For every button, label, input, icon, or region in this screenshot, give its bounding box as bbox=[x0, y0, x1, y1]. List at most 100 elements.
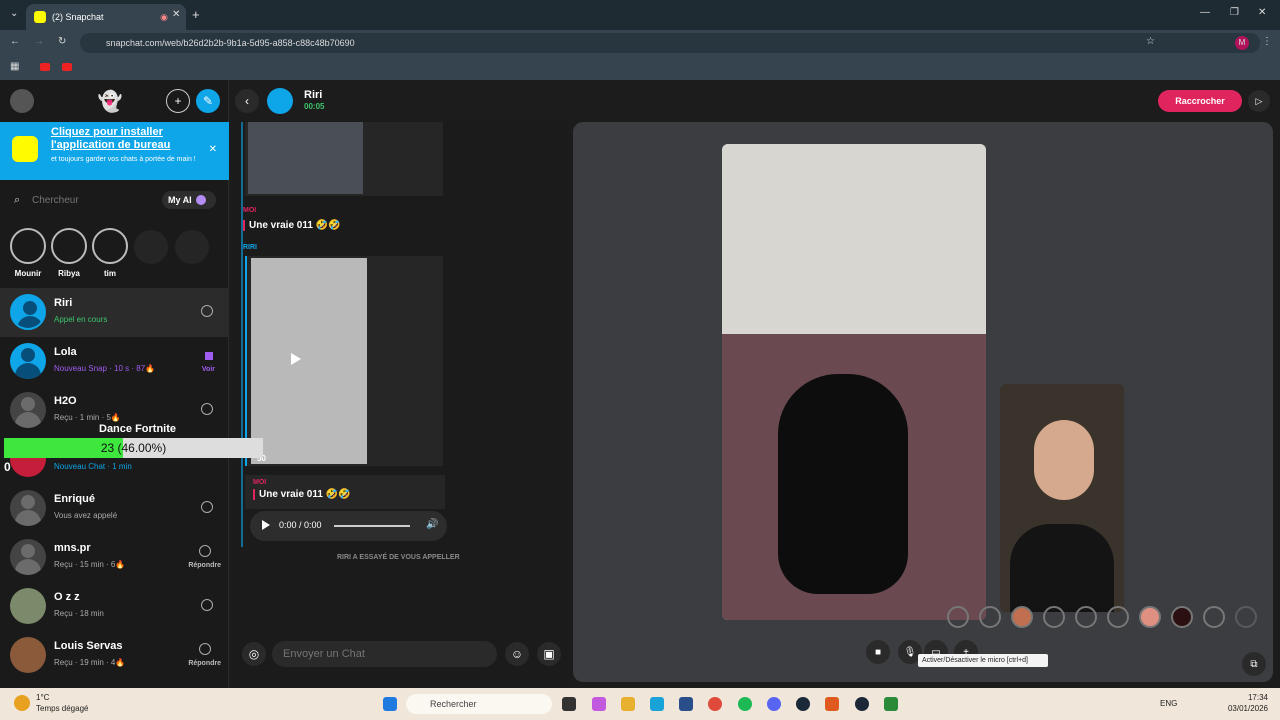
weather-icon[interactable] bbox=[14, 695, 30, 711]
gallery-icon[interactable]: ▣ bbox=[537, 642, 561, 666]
app-icon-2[interactable] bbox=[884, 697, 898, 711]
message-text[interactable]: Une vraie 011 🤣🤣 bbox=[243, 220, 341, 231]
lens-icon[interactable] bbox=[947, 606, 969, 628]
taskbar-search[interactable]: Rechercher bbox=[406, 694, 552, 714]
chat-status: Nouveau Chat · 1 min bbox=[54, 462, 132, 471]
reply-label[interactable]: Répondre bbox=[188, 660, 221, 667]
story-ribya[interactable] bbox=[51, 228, 87, 264]
reload-icon[interactable]: ↻ bbox=[58, 36, 66, 47]
address-bar-row: ← → ↻ snapchat.com/web/b26d2b2b-9b1a-5d9… bbox=[0, 30, 1280, 56]
url-field[interactable]: snapchat.com/web/b26d2b2b-9b1a-5d95-a858… bbox=[80, 33, 1260, 53]
edge-icon[interactable] bbox=[650, 697, 664, 711]
chat-row-lola[interactable]: Lola Nouveau Snap · 10 s · 87🔥 Voir bbox=[0, 337, 229, 386]
snapchat-ghost-icon[interactable]: 👻 bbox=[98, 89, 123, 113]
camera-icon[interactable] bbox=[201, 305, 213, 317]
camera-icon[interactable]: ◎ bbox=[242, 642, 266, 666]
popout-icon[interactable]: ⧉ bbox=[1242, 652, 1266, 676]
contact-name[interactable]: Riri bbox=[304, 89, 322, 101]
profile-avatar-icon[interactable]: M bbox=[1235, 36, 1249, 50]
chat-row-ozz[interactable]: O z z Reçu · 18 min bbox=[0, 582, 229, 631]
youtube-bookmark-icon-2[interactable] bbox=[62, 63, 72, 71]
snapchat-app: 👻 + ✎ Cliquez pour installer l'applicati… bbox=[0, 80, 1280, 688]
lens-icon[interactable] bbox=[1043, 606, 1065, 628]
file-explorer-icon[interactable] bbox=[621, 697, 635, 711]
video-call-area: ■ 🎙 ▭ + ⧉ bbox=[573, 122, 1273, 682]
view-label[interactable]: Voir bbox=[202, 366, 215, 373]
chat-row-enrique[interactable]: Enriqué Vous avez appelé bbox=[0, 484, 229, 533]
clock-date[interactable]: 03/01/2026 bbox=[1220, 704, 1268, 713]
emoji-icon[interactable]: ☺ bbox=[505, 642, 529, 666]
apps-grid-icon[interactable]: ▦ bbox=[10, 61, 19, 72]
lens-icon[interactable] bbox=[1203, 606, 1225, 628]
search-input[interactable] bbox=[8, 189, 158, 211]
expand-icon[interactable]: ▷ bbox=[1248, 90, 1270, 112]
youtube-bookmark-icon[interactable] bbox=[40, 63, 50, 71]
new-snap-icon[interactable] bbox=[205, 352, 213, 360]
clock-time[interactable]: 17:34 bbox=[1228, 693, 1268, 702]
camera-icon[interactable] bbox=[201, 501, 213, 513]
banner-close-icon[interactable]: ✕ bbox=[209, 144, 217, 155]
forward-icon[interactable]: → bbox=[34, 36, 44, 47]
reply-label[interactable]: Répondre bbox=[188, 562, 221, 569]
tab-list-icon[interactable]: ⌄ bbox=[10, 8, 18, 19]
audio-seek-bar[interactable] bbox=[334, 525, 410, 527]
lens-icon[interactable] bbox=[1011, 606, 1033, 628]
lens-icon[interactable] bbox=[979, 606, 1001, 628]
new-chat-icon[interactable]: ✎ bbox=[196, 89, 220, 113]
volume-icon[interactable]: 🔊 bbox=[426, 519, 438, 530]
snap-image[interactable] bbox=[248, 122, 363, 194]
steam-icon-2[interactable] bbox=[855, 697, 869, 711]
tab-close-icon[interactable]: ✕ bbox=[172, 9, 180, 20]
back-icon[interactable]: ← bbox=[10, 36, 20, 47]
chat-row-mnspr[interactable]: mns.pr Reçu · 15 min · 6🔥 Répondre bbox=[0, 533, 229, 582]
play-icon[interactable] bbox=[291, 353, 301, 365]
lens-icon[interactable] bbox=[1171, 606, 1193, 628]
chat-row-louis-servas[interactable]: Louis Servas Reçu · 19 min · 4🔥 Répondre bbox=[0, 631, 229, 680]
copilot-icon[interactable] bbox=[592, 697, 606, 711]
lens-icon[interactable] bbox=[1075, 606, 1097, 628]
language-indicator[interactable]: ENG bbox=[1160, 699, 1177, 708]
snap-image[interactable] bbox=[251, 258, 367, 464]
minimize-icon[interactable]: — bbox=[1200, 7, 1210, 18]
video-toggle-icon[interactable]: ■ bbox=[866, 640, 890, 664]
browser-tab[interactable]: (2) Snapchat ◉ bbox=[26, 4, 186, 30]
audio-play-icon[interactable] bbox=[262, 520, 270, 530]
avatar bbox=[10, 588, 46, 624]
my-ai-button[interactable]: My AI bbox=[162, 191, 216, 209]
chrome-icon[interactable] bbox=[708, 697, 722, 711]
story-mounir[interactable] bbox=[10, 228, 46, 264]
back-arrow-icon[interactable]: ‹ bbox=[235, 89, 259, 113]
camera-icon[interactable] bbox=[201, 599, 213, 611]
spotify-icon[interactable] bbox=[738, 697, 752, 711]
avatar bbox=[10, 637, 46, 673]
maximize-icon[interactable]: ❐ bbox=[1230, 7, 1239, 18]
audio-player[interactable]: 0:00 / 0:00 🔊 bbox=[250, 511, 447, 541]
task-view-icon[interactable] bbox=[562, 697, 576, 711]
install-app-banner[interactable]: Cliquez pour installer l'application de … bbox=[0, 122, 229, 180]
compose-chat-input[interactable] bbox=[272, 641, 497, 667]
lens-icon[interactable] bbox=[1139, 606, 1161, 628]
profile-avatar-icon[interactable] bbox=[10, 89, 34, 113]
steam-icon[interactable] bbox=[796, 697, 810, 711]
contact-avatar[interactable] bbox=[267, 88, 293, 114]
discord-icon[interactable] bbox=[767, 697, 781, 711]
hangup-button[interactable]: Raccrocher bbox=[1158, 90, 1242, 112]
camera-icon[interactable] bbox=[199, 545, 211, 557]
install-title[interactable]: Cliquez pour installer l'application de … bbox=[51, 126, 201, 152]
store-icon[interactable] bbox=[679, 697, 693, 711]
camera-icon[interactable] bbox=[199, 643, 211, 655]
add-friend-icon[interactable]: + bbox=[166, 89, 190, 113]
bookmark-star-icon[interactable]: ☆ bbox=[1146, 36, 1155, 47]
lens-icon[interactable] bbox=[1107, 606, 1129, 628]
new-tab-icon[interactable]: + bbox=[192, 7, 200, 22]
thread-line bbox=[241, 122, 243, 547]
window-close-icon[interactable]: ✕ bbox=[1258, 7, 1266, 18]
windows-start-icon[interactable] bbox=[383, 697, 397, 711]
story-tim[interactable] bbox=[92, 228, 128, 264]
app-icon[interactable] bbox=[825, 697, 839, 711]
browser-menu-icon[interactable]: ⋮ bbox=[1262, 36, 1272, 47]
lens-icon[interactable] bbox=[1235, 606, 1257, 628]
camera-icon[interactable] bbox=[201, 403, 213, 415]
chat-row-riri[interactable]: Riri Appel en cours bbox=[0, 288, 229, 337]
message-text[interactable]: Une vraie 011 🤣🤣 bbox=[253, 489, 351, 500]
